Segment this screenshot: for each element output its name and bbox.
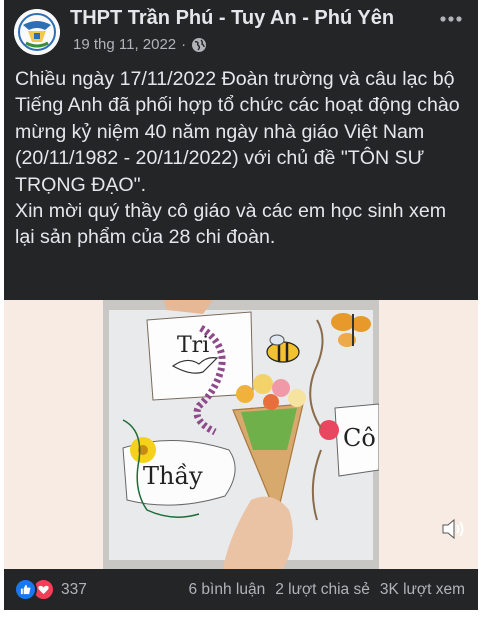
post-date[interactable]: 19 thg 11, 2022 xyxy=(73,36,176,53)
post-meta: 19 thg 11, 2022 · xyxy=(73,36,207,53)
volume-button[interactable] xyxy=(440,517,466,541)
meta-separator: · xyxy=(181,36,187,53)
speaker-icon xyxy=(442,518,464,540)
post-stats: 337 6 bình luận 2 lượt chia sẻ 3K lượt x… xyxy=(4,569,478,610)
like-icon xyxy=(14,578,37,601)
page-avatar[interactable] xyxy=(14,9,60,55)
comment-count[interactable]: 6 bình luận xyxy=(188,581,265,599)
video-area: Tri Thầy Cô xyxy=(4,300,478,569)
facebook-post: THPT Trần Phú - Tuy An - Phú Yên 19 thg … xyxy=(4,0,478,610)
more-options-button[interactable] xyxy=(434,6,468,32)
page-edge xyxy=(0,610,482,617)
post-header: THPT Trần Phú - Tuy An - Phú Yên 19 thg … xyxy=(4,0,478,60)
view-count: 3K lượt xem xyxy=(379,580,465,598)
page-name[interactable]: THPT Trần Phú - Tuy An - Phú Yên xyxy=(70,7,394,30)
video-frame[interactable]: Tri Thầy Cô xyxy=(103,300,379,569)
more-dots-icon xyxy=(440,16,462,22)
post-caption: Chiều ngày 17/11/2022 Đoàn trường và câu… xyxy=(15,68,460,249)
school-logo-icon xyxy=(14,9,60,55)
card-text-right: Cô xyxy=(343,424,376,452)
bird-card: Tri xyxy=(146,311,254,401)
reactions-summary[interactable]: 337 xyxy=(14,578,87,601)
engagement-counts: 6 bình luận 2 lượt chia sẻ 3K lượt xem xyxy=(188,581,465,599)
share-count[interactable]: 2 lượt chia sẻ xyxy=(275,581,370,599)
globe-icon xyxy=(192,37,207,52)
card-text-top: Tri xyxy=(177,333,209,358)
reaction-count: 337 xyxy=(61,580,87,598)
card-text-left: Thầy xyxy=(143,462,203,490)
